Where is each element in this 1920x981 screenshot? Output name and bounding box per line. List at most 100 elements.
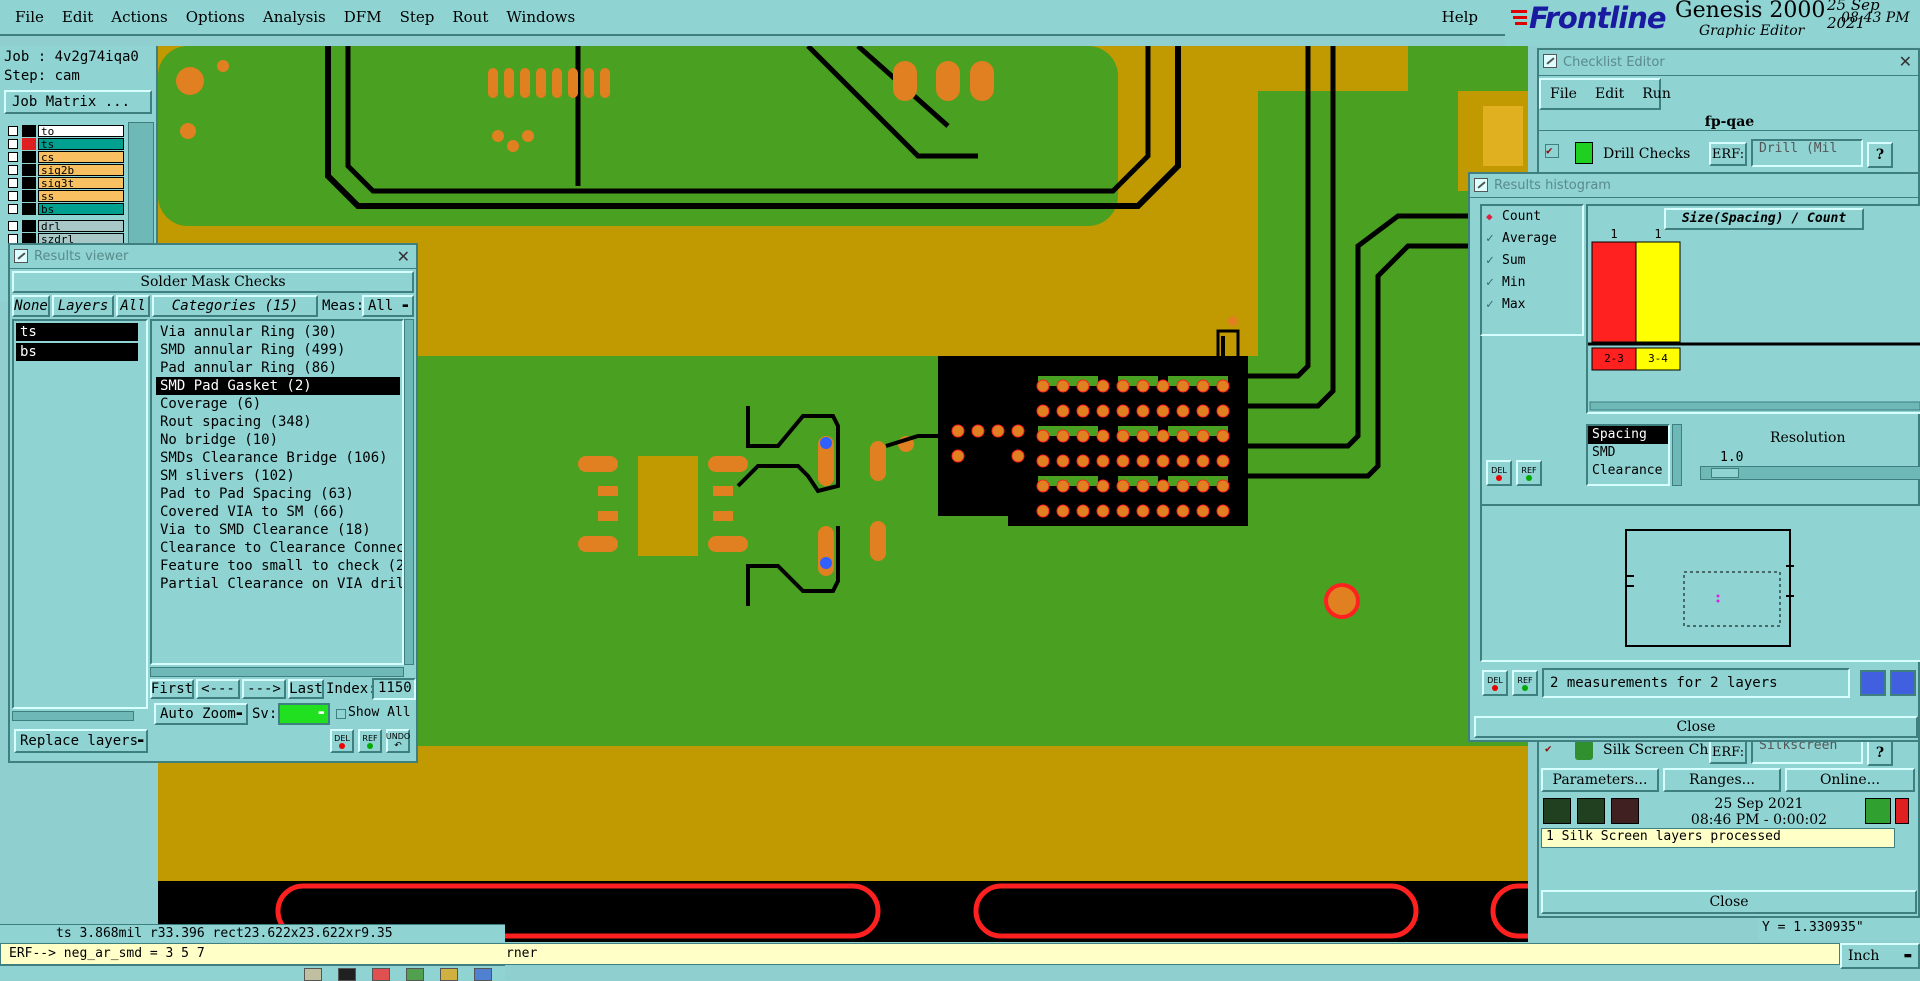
- window-menu-icon[interactable]: [1474, 178, 1488, 192]
- category-item[interactable]: SM slivers (102): [156, 467, 400, 485]
- next-button[interactable]: --->: [242, 679, 286, 699]
- none-button[interactable]: None: [12, 295, 50, 317]
- hist-ref-button[interactable]: REF: [1516, 460, 1542, 486]
- last-button[interactable]: Last: [288, 679, 324, 699]
- toolbar-icon[interactable]: [338, 968, 356, 981]
- resolution-slider[interactable]: [1700, 466, 1920, 480]
- histogram-bar-1[interactable]: [1635, 241, 1681, 343]
- first-button[interactable]: First: [150, 679, 194, 699]
- layers-button[interactable]: Layers: [52, 295, 114, 317]
- layer-checkbox[interactable]: [8, 203, 18, 214]
- layer-row-sig2b[interactable]: sig2b: [4, 163, 124, 176]
- ranges-button[interactable]: Ranges...: [1663, 768, 1781, 792]
- silk-erf-button[interactable]: ERF:: [1709, 740, 1747, 764]
- show-all-checkbox[interactable]: [336, 709, 346, 719]
- toolbar-icon[interactable]: [474, 968, 492, 981]
- toolbar-icon[interactable]: [406, 968, 424, 981]
- export-icon[interactable]: [1860, 670, 1886, 696]
- categories-list[interactable]: Via annular Ring (30) SMD annular Ring (4…: [150, 319, 404, 665]
- histogram-list-scrollbar[interactable]: [1672, 424, 1682, 486]
- layer-item-ts[interactable]: ts: [16, 323, 138, 341]
- index-input[interactable]: 1150: [372, 678, 416, 700]
- layer-checkbox[interactable]: [8, 220, 18, 231]
- units-dropdown[interactable]: Inch ▬: [1840, 943, 1920, 969]
- export-icon[interactable]: [1890, 670, 1916, 696]
- layer-checkbox[interactable]: [8, 138, 18, 149]
- all-button[interactable]: All: [116, 295, 150, 317]
- run-icon[interactable]: [1577, 798, 1605, 824]
- histogram-hscroll[interactable]: [1589, 401, 1920, 411]
- layers-list-hscroll[interactable]: [12, 711, 134, 721]
- slider-thumb[interactable]: [1711, 468, 1739, 478]
- histogram-option-min[interactable]: ✓ Min: [1482, 272, 1582, 294]
- preview-del-button[interactable]: DEL: [1482, 670, 1508, 696]
- categories-hscroll[interactable]: [150, 667, 404, 677]
- histogram-type-list[interactable]: Spacing SMD Clearance: [1586, 424, 1670, 486]
- menu-file[interactable]: File: [6, 8, 53, 26]
- category-item[interactable]: Via to SMD Clearance (18): [156, 521, 400, 539]
- layer-item-bs[interactable]: bs: [16, 343, 138, 361]
- toolbar-icon[interactable]: [372, 968, 390, 981]
- sv-color-dropdown[interactable]: ▬: [278, 703, 330, 725]
- category-item[interactable]: Feature too small to check (256): [156, 557, 402, 575]
- layer-row-ss[interactable]: ss: [4, 189, 124, 202]
- silk-enable-check-icon[interactable]: ✔: [1545, 742, 1559, 756]
- checklist-close-button[interactable]: Close: [1541, 890, 1917, 914]
- checklist-menu-edit[interactable]: Edit: [1586, 86, 1633, 102]
- histogram-titlebar[interactable]: Results histogram: [1470, 174, 1918, 198]
- categories-vscroll[interactable]: [404, 319, 414, 665]
- category-item[interactable]: SMD annular Ring (499): [156, 341, 400, 359]
- menu-help[interactable]: Help: [1433, 8, 1487, 26]
- auto-zoom-dropdown[interactable]: Auto Zoom ▬: [154, 703, 248, 725]
- solder-mask-checks-header[interactable]: Solder Mask Checks: [12, 271, 414, 293]
- online-button[interactable]: Online...: [1785, 768, 1915, 792]
- category-item[interactable]: Covered VIA to SM (66): [156, 503, 400, 521]
- stop-icon[interactable]: [1895, 798, 1909, 824]
- menu-rout[interactable]: Rout: [443, 8, 497, 26]
- prev-button[interactable]: <---: [196, 679, 240, 699]
- job-matrix-button[interactable]: Job Matrix ...: [4, 90, 152, 114]
- results-viewer-titlebar[interactable]: Results viewer ✕: [10, 245, 416, 269]
- drill-checks-row[interactable]: ✔ Drill Checks ERF: Drill (Mil ?: [1541, 138, 1917, 172]
- layer-checkbox[interactable]: [8, 151, 18, 162]
- silk-help-button[interactable]: ?: [1867, 740, 1893, 766]
- category-item[interactable]: Rout spacing (348): [156, 413, 400, 431]
- menu-analysis[interactable]: Analysis: [254, 8, 335, 26]
- layer-checkbox[interactable]: [8, 164, 18, 175]
- category-item[interactable]: Pad annular Ring (86): [156, 359, 400, 377]
- layer-checkbox[interactable]: [8, 233, 18, 244]
- replace-layers-dropdown[interactable]: Replace layers ▬: [14, 729, 148, 753]
- histogram-close-button[interactable]: Close: [1474, 716, 1918, 738]
- drill-help-button[interactable]: ?: [1867, 142, 1893, 168]
- category-item[interactable]: Via annular Ring (30): [156, 323, 400, 341]
- layer-row-sig3t[interactable]: sig3t: [4, 176, 124, 189]
- histogram-option-average[interactable]: ✓ Average: [1482, 228, 1582, 250]
- categories-button[interactable]: Categories (15): [152, 295, 318, 317]
- parameters-button[interactable]: Parameters...: [1541, 768, 1659, 792]
- close-icon[interactable]: ✕: [397, 247, 410, 266]
- layer-row-to[interactable]: to: [4, 124, 124, 137]
- category-item[interactable]: Partial Clearance on VIA drilled: [156, 575, 402, 593]
- category-item[interactable]: Pad to Pad Spacing (63): [156, 485, 400, 503]
- run-icon[interactable]: [1611, 798, 1639, 824]
- window-menu-icon[interactable]: [14, 249, 28, 263]
- histogram-option-count[interactable]: ◆ Count: [1482, 206, 1582, 228]
- layers-list[interactable]: ts bs: [12, 319, 148, 709]
- del-button[interactable]: DEL: [330, 729, 354, 753]
- toolbar-icon[interactable]: [440, 968, 458, 981]
- ref-button[interactable]: REF: [358, 729, 382, 753]
- category-item[interactable]: Coverage (6): [156, 395, 400, 413]
- histogram-option-max[interactable]: ✓ Max: [1482, 294, 1582, 316]
- list-item-smd[interactable]: SMD: [1588, 444, 1668, 462]
- menu-edit[interactable]: Edit: [53, 8, 102, 26]
- layer-checkbox[interactable]: [8, 125, 18, 136]
- checklist-menu-file[interactable]: File: [1541, 86, 1586, 102]
- erf-command-bar[interactable]: ERF--> neg_ar_smd = 3 5 7 rner: [0, 943, 1840, 965]
- meas-dropdown[interactable]: All ▬: [362, 295, 414, 317]
- drill-enable-check-icon[interactable]: ✔: [1545, 144, 1559, 158]
- layer-row-bs[interactable]: bs: [4, 202, 124, 215]
- layer-row-cs[interactable]: cs: [4, 150, 124, 163]
- layer-row-drl[interactable]: drl: [4, 219, 124, 232]
- histogram-bar-0[interactable]: [1591, 241, 1637, 343]
- drill-erf-button[interactable]: ERF:: [1709, 142, 1747, 166]
